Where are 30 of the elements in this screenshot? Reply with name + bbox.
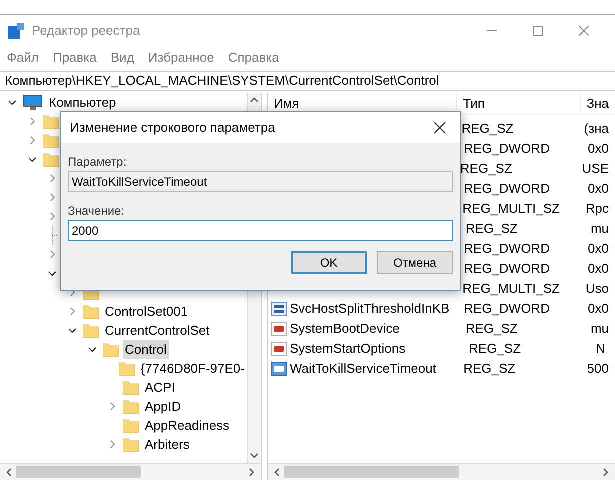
- value-data: 0x0: [587, 180, 610, 198]
- value-type: REG_DWORD: [463, 300, 551, 318]
- value-type: REG_SZ: [468, 340, 522, 358]
- value-type: REG_SZ: [464, 320, 519, 338]
- value-type: REG_DWORD: [463, 140, 551, 158]
- window-title: Редактор реестра: [32, 22, 140, 40]
- field-label: Параметр:: [68, 154, 128, 171]
- value-data: mu: [590, 320, 610, 338]
- value-data: N: [595, 340, 606, 358]
- value-data: 0x0: [587, 260, 610, 278]
- value-type: REG_DWORD: [463, 180, 551, 198]
- field-label: Значение:: [68, 203, 126, 220]
- value-type: REG_SZ: [460, 120, 515, 138]
- value-data: (зна: [583, 120, 610, 138]
- value-data: Uso: [584, 280, 610, 298]
- dialog-title: Изменение строкового параметра: [70, 118, 276, 137]
- value-data: 0x0: [587, 240, 610, 258]
- value-data: USE: [581, 160, 610, 178]
- value-data: 0x0: [587, 140, 610, 158]
- value-type: REG_MULTI_SZ: [462, 280, 561, 298]
- value-data: 500: [586, 360, 610, 378]
- value-data: 0x0: [587, 300, 610, 318]
- value-data: mu: [590, 220, 610, 238]
- value-data: Rpc: [584, 200, 610, 218]
- value-type: REG_DWORD: [463, 240, 551, 258]
- value-type: REG_DWORD: [463, 260, 551, 278]
- value-type: REG_SZ: [459, 160, 514, 178]
- value-type: REG_MULTI_SZ: [462, 200, 561, 218]
- value-type: REG_SZ: [464, 220, 519, 238]
- value-type: REG_SZ: [462, 360, 517, 378]
